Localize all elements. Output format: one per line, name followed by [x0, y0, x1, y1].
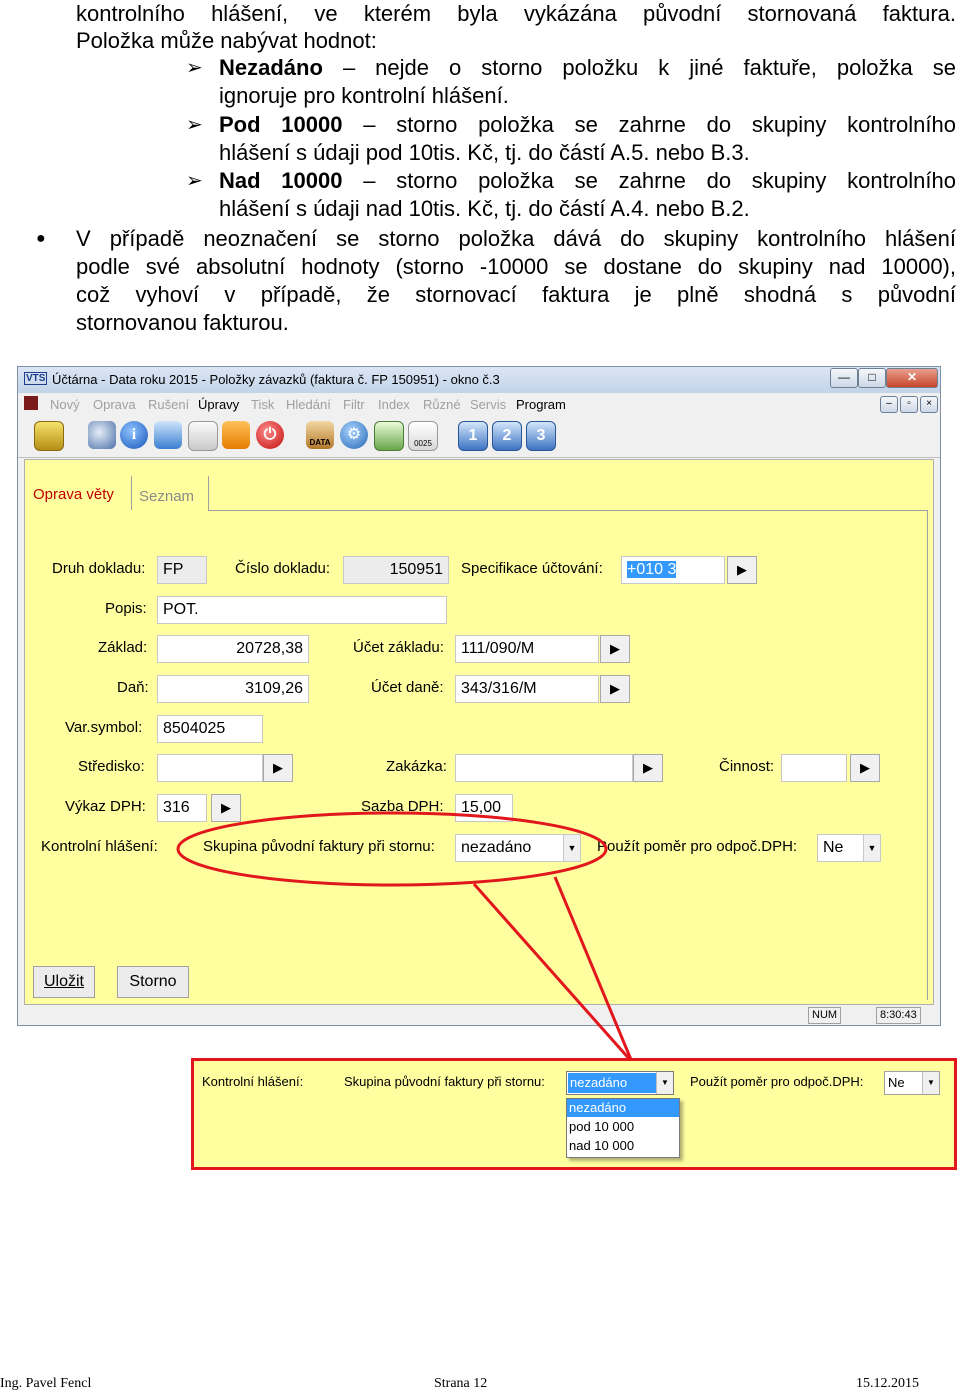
footer-author: Ing. Pavel Fencl — [0, 1376, 92, 1391]
callout-line — [472, 883, 634, 1063]
callout-line — [553, 876, 634, 1063]
zoom-skupina-label: Skupina původní faktury při stornu: — [344, 1074, 545, 1089]
skupina-dropdown-list: nezadáno pod 10 000 nad 10 000 — [566, 1098, 680, 1158]
zoom-callout: Kontrolní hlášení: Skupina původní faktu… — [191, 1058, 957, 1170]
zoom-kontrolni-label: Kontrolní hlášení: — [202, 1074, 304, 1089]
zoom-pomer-value: Ne — [888, 1075, 905, 1090]
dropdown-option[interactable]: nad 10 000 — [567, 1136, 679, 1155]
zoom-pomer-label: Použít poměr pro odpoč.DPH: — [690, 1074, 864, 1089]
chevron-down-icon[interactable]: ▼ — [656, 1072, 673, 1094]
dropdown-option[interactable]: nezadáno — [567, 1099, 679, 1117]
chevron-down-icon[interactable]: ▼ — [922, 1072, 939, 1094]
zoom-skupina-select[interactable]: nezadáno ▼ — [566, 1071, 674, 1095]
highlight-ellipse — [176, 811, 608, 887]
zoom-pomer-select[interactable]: Ne ▼ — [884, 1071, 940, 1095]
footer-date: 15.12.2015 — [856, 1376, 919, 1391]
dropdown-option[interactable]: pod 10 000 — [567, 1117, 679, 1136]
zoom-skupina-value: nezadáno — [568, 1073, 656, 1093]
callout-overlay — [176, 811, 634, 1063]
footer-page-number: Strana 12 — [434, 1376, 488, 1391]
